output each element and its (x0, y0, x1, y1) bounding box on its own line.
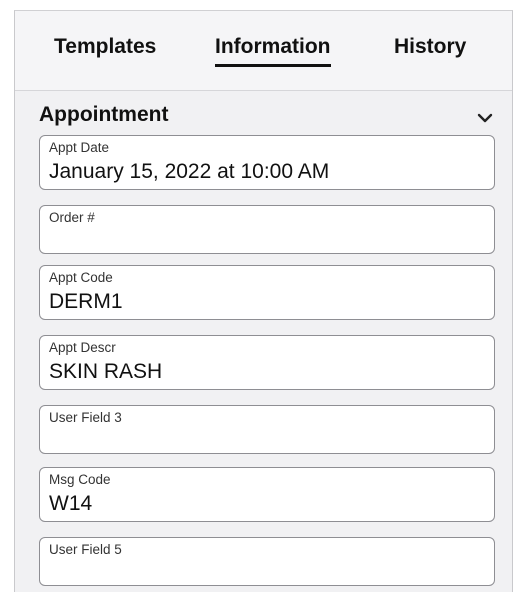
field-label: Appt Descr (49, 340, 116, 355)
chevron-down-icon[interactable] (476, 109, 494, 127)
tab-templates[interactable]: Templates (54, 35, 156, 59)
tab-bar: Templates Information History (15, 11, 512, 91)
tab-information[interactable]: Information (215, 35, 331, 67)
appt-code-field[interactable]: Appt Code DERM1 (39, 265, 495, 320)
information-panel: Templates Information History Appointmen… (14, 10, 513, 592)
field-label: Msg Code (49, 472, 111, 487)
tab-history[interactable]: History (394, 35, 466, 59)
field-label: Order # (49, 210, 95, 225)
order-number-field[interactable]: Order # (39, 205, 495, 254)
field-label: Appt Date (49, 140, 110, 155)
user-field-3[interactable]: User Field 3 (39, 405, 495, 454)
user-field-5[interactable]: User Field 5 (39, 537, 495, 586)
field-value: W14 (49, 492, 93, 515)
field-label: Appt Code (49, 270, 113, 285)
field-value: January 15, 2022 at 10:00 AM (49, 160, 330, 183)
appointment-section-header[interactable]: Appointment (15, 97, 512, 137)
field-value: SKIN RASH (49, 360, 163, 383)
field-label: User Field 3 (49, 410, 122, 425)
field-label: User Field 5 (49, 542, 122, 557)
appt-descr-field[interactable]: Appt Descr SKIN RASH (39, 335, 495, 390)
appt-date-field[interactable]: Appt Date January 15, 2022 at 10:00 AM (39, 135, 495, 190)
section-title: Appointment (39, 103, 169, 126)
msg-code-field[interactable]: Msg Code W14 (39, 467, 495, 522)
field-value: DERM1 (49, 290, 123, 313)
